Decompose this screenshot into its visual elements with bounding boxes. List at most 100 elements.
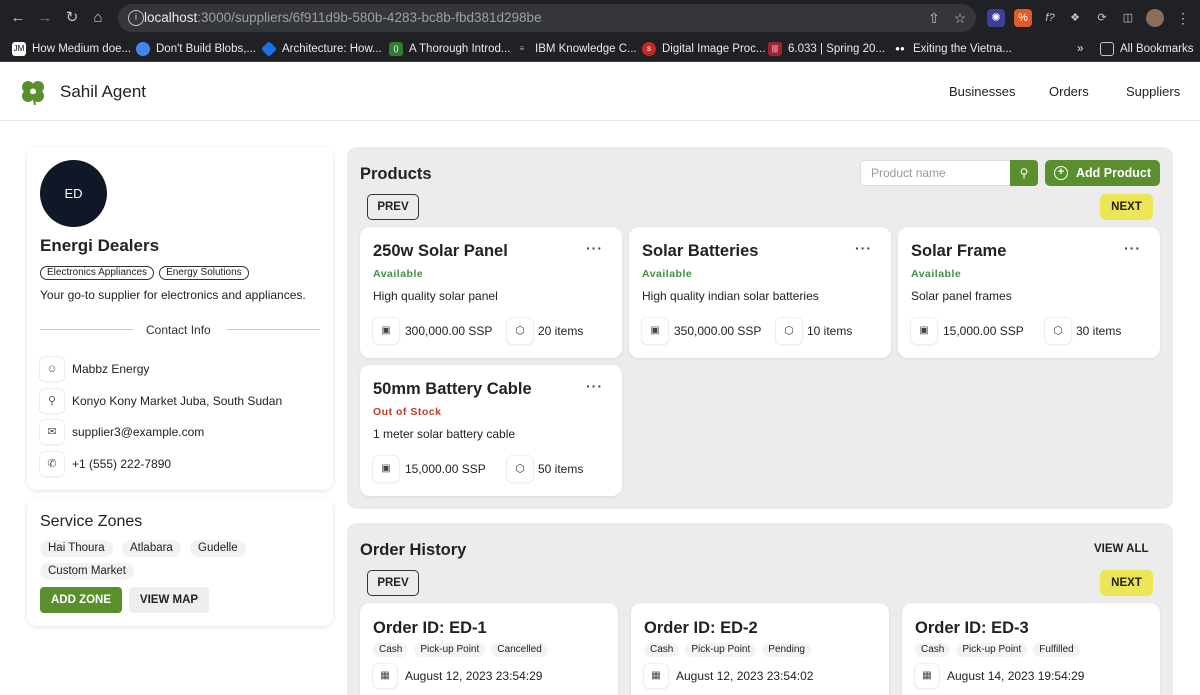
bookmark-label: A Thorough Introd... xyxy=(409,43,511,55)
all-bookmarks-button[interactable]: All Bookmarks xyxy=(1100,40,1194,58)
bookmark-label: 6.033 | Spring 20... xyxy=(788,43,885,55)
bookmark-label: Digital Image Proc... xyxy=(662,43,766,55)
order-card[interactable]: Order ID: ED-2 Cash Pick-up Point Pendin… xyxy=(631,603,889,695)
products-next-button[interactable]: NEXT xyxy=(1100,194,1153,220)
nav-orders[interactable]: Orders xyxy=(1049,84,1089,99)
products-prev-button[interactable]: PREV xyxy=(367,194,419,220)
product-description: Solar panel frames xyxy=(911,289,1012,303)
box-icon: ⬡ xyxy=(776,318,802,344)
extension-gear-icon[interactable]: ✺ xyxy=(987,9,1005,27)
address-bar[interactable]: i localhost:3000/suppliers/6f911d9b-580b… xyxy=(118,4,976,32)
delivery-chip: Pick-up Point xyxy=(685,643,757,657)
contact-phone[interactable]: +1 (555) 222-7890 xyxy=(72,457,171,471)
order-id: Order ID: ED-1 xyxy=(373,619,487,637)
order-date: August 14, 2023 19:54:29 xyxy=(947,669,1085,683)
site-info-icon[interactable]: i xyxy=(128,10,144,26)
view-map-button[interactable]: VIEW MAP xyxy=(129,587,209,613)
product-card[interactable]: Solar Frame ··· Available Solar panel fr… xyxy=(898,227,1160,358)
bookmark-item[interactable]: JM How Medium doe... xyxy=(12,40,131,58)
product-card[interactable]: Solar Batteries ··· Available High quali… xyxy=(629,227,891,358)
order-date: August 12, 2023 23:54:29 xyxy=(405,669,543,683)
forward-icon[interactable]: → xyxy=(35,8,55,28)
extensions-puzzle-icon[interactable]: ❖ xyxy=(1066,9,1084,27)
order-history-panel: Order History VIEW ALL PREV NEXT Order I… xyxy=(347,523,1173,695)
more-options-icon[interactable]: ··· xyxy=(1124,240,1141,256)
reload-icon[interactable]: ↻ xyxy=(62,8,82,28)
nav-suppliers[interactable]: Suppliers xyxy=(1126,84,1180,99)
contact-info-heading: Contact Info xyxy=(146,323,211,337)
bookmark-item[interactable]: Don't Build Blobs,... xyxy=(136,40,256,58)
back-icon[interactable]: ← xyxy=(8,8,28,28)
banknote-icon: ▣ xyxy=(911,318,937,344)
location-pin-icon: ⚲ xyxy=(40,389,64,413)
order-card[interactable]: Order ID: ED-1 Cash Pick-up Point Cancel… xyxy=(360,603,618,695)
more-options-icon[interactable]: ··· xyxy=(855,240,872,256)
service-zones-heading: Service Zones xyxy=(40,513,143,530)
brand-name[interactable]: Sahil Agent xyxy=(60,82,146,102)
extension-calc-icon[interactable]: % xyxy=(1014,9,1032,27)
ibm-icon: ≡ xyxy=(519,44,525,53)
home-icon[interactable]: ⌂ xyxy=(88,8,108,28)
orders-prev-button[interactable]: PREV xyxy=(367,570,419,596)
contact-person-row: ☺ Mabbz Energy xyxy=(40,357,149,381)
add-zone-button[interactable]: ADD ZONE xyxy=(40,587,122,613)
zone-chip[interactable]: Custom Market xyxy=(40,563,134,580)
payment-chip: Cash xyxy=(373,643,409,657)
more-options-icon[interactable]: ··· xyxy=(586,378,603,394)
app-header: Sahil Agent Businesses Orders Suppliers xyxy=(0,62,1200,121)
box-icon: ⬡ xyxy=(507,456,533,482)
bookmark-item[interactable]: () A Thorough Introd... xyxy=(389,40,510,58)
url-path: :3000/suppliers/6f911d9b-580b-4283-bc8b-… xyxy=(197,10,542,25)
supplier-description: Your go-to supplier for electronics and … xyxy=(40,288,306,302)
product-card[interactable]: 50mm Battery Cable ··· Out of Stock 1 me… xyxy=(360,365,622,496)
more-options-icon[interactable]: ··· xyxy=(586,240,603,256)
zone-chip[interactable]: Atlabara xyxy=(122,540,181,557)
product-description: 1 meter solar battery cable xyxy=(373,427,516,441)
product-status: Available xyxy=(373,268,424,280)
orders-next-button[interactable]: NEXT xyxy=(1100,570,1153,596)
bookmark-item[interactable]: ●● Exiting the Vietna... xyxy=(893,40,1012,58)
divider xyxy=(227,329,320,330)
product-search: ⚲ xyxy=(860,160,1038,186)
zone-chip[interactable]: Gudelle xyxy=(190,540,246,557)
browser-menu-icon[interactable]: ⋮ xyxy=(1174,9,1192,27)
supplier-tags: Electronics Appliances Energy Solutions xyxy=(40,266,249,280)
bookmark-star-icon[interactable]: ☆ xyxy=(952,10,968,26)
product-card[interactable]: 250w Solar Panel ··· Available High qual… xyxy=(360,227,622,358)
divider xyxy=(40,329,133,330)
bookmark-item[interactable]: ||| 6.033 | Spring 20... xyxy=(768,40,885,58)
order-id: Order ID: ED-3 xyxy=(915,619,1029,637)
contact-address: Konyo Kony Market Juba, South Sudan xyxy=(72,394,283,408)
mail-icon: ✉ xyxy=(40,420,64,444)
view-all-button[interactable]: VIEW ALL xyxy=(1094,543,1149,555)
order-card[interactable]: Order ID: ED-3 Cash Pick-up Point Fulfil… xyxy=(902,603,1160,695)
bookmark-item[interactable]: s Digital Image Proc... xyxy=(642,40,766,58)
nav-businesses[interactable]: Businesses xyxy=(949,84,1015,99)
product-name: Solar Batteries xyxy=(642,242,759,260)
bookmark-label: IBM Knowledge C... xyxy=(535,43,637,55)
sidepanel-icon[interactable]: ◫ xyxy=(1119,9,1137,27)
supplier-name: Energi Dealers xyxy=(40,236,160,255)
browser-toolbar: ← → ↻ ⌂ i localhost:3000/suppliers/6f911… xyxy=(0,0,1200,36)
product-search-input[interactable] xyxy=(861,161,1011,185)
payment-chip: Cash xyxy=(915,643,951,657)
share-icon[interactable]: ⇧ xyxy=(926,10,942,26)
search-icon[interactable]: ⚲ xyxy=(1010,160,1038,186)
add-product-button[interactable]: + Add Product xyxy=(1045,160,1160,186)
bookmark-item[interactable]: Architecture: How... xyxy=(261,40,382,58)
url-text[interactable]: localhost:3000/suppliers/6f911d9b-580b-4… xyxy=(144,10,542,25)
profile-avatar-icon[interactable] xyxy=(1146,9,1164,27)
contact-email[interactable]: supplier3@example.com xyxy=(72,425,204,439)
bookmark-item[interactable]: ≡ IBM Knowledge C... xyxy=(515,40,637,58)
bookmark-label: How Medium doe... xyxy=(32,43,132,55)
bookmark-label: Exiting the Vietna... xyxy=(913,43,1012,55)
service-zones-card: Service Zones Hai Thoura Atlabara Gudell… xyxy=(27,498,333,626)
more-bookmarks-button[interactable]: » xyxy=(1077,40,1083,58)
clover-logo-icon[interactable] xyxy=(19,78,47,106)
zone-chip[interactable]: Hai Thoura xyxy=(40,540,113,557)
sync-icon[interactable]: ⟳ xyxy=(1093,9,1111,27)
order-id: Order ID: ED-2 xyxy=(644,619,758,637)
extension-formula-icon[interactable]: f? xyxy=(1041,9,1059,27)
product-name: Solar Frame xyxy=(911,242,1007,260)
banknote-icon: ▣ xyxy=(373,456,399,482)
